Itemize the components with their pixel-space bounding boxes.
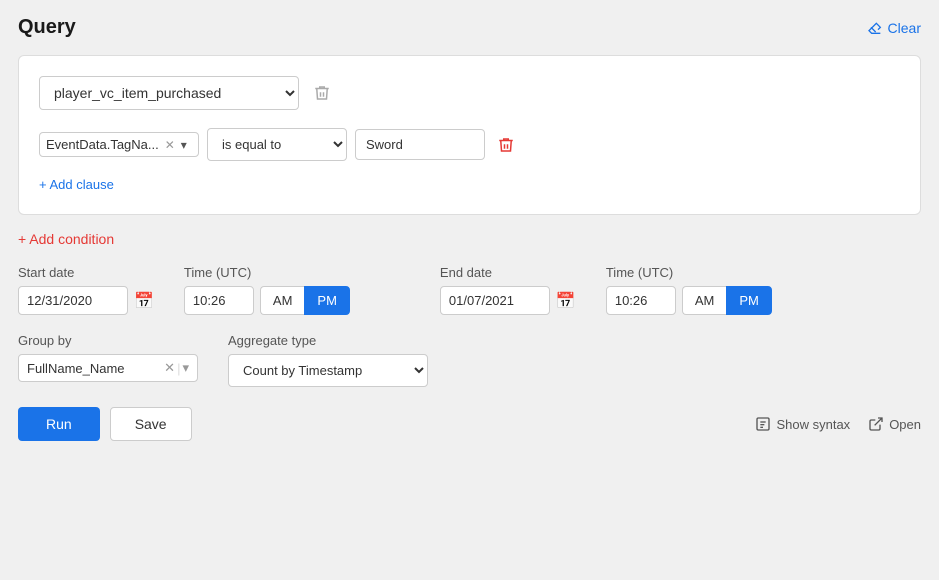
trash-icon-red <box>497 136 515 154</box>
end-time-group: Time (UTC) AM PM <box>606 265 772 315</box>
start-calendar-icon[interactable]: 📅 <box>134 291 154 311</box>
group-by-label: Group by <box>18 333 198 348</box>
end-date-group: End date 📅 <box>440 265 576 315</box>
clause-row: EventData.TagNa... ✕ ▾ is equal to is no… <box>39 128 900 161</box>
start-ampm-group: AM PM <box>260 286 350 315</box>
group-by-section: Group by FullName_Name ✕ | ▾ <box>18 333 198 382</box>
tag-dropdown-icon[interactable]: ▾ <box>181 138 187 152</box>
clear-label: Clear <box>888 20 921 36</box>
start-time-input[interactable] <box>184 286 254 315</box>
end-am-button[interactable]: AM <box>682 286 727 315</box>
add-clause-button[interactable]: + Add clause <box>39 175 114 194</box>
show-syntax-label: Show syntax <box>776 417 850 432</box>
date-section: Start date 📅 Time (UTC) AM PM End date <box>18 265 921 315</box>
end-ampm-group: AM PM <box>682 286 772 315</box>
aggregate-section: Aggregate type Count by Timestamp Count … <box>228 333 428 387</box>
eraser-icon <box>867 20 883 36</box>
start-pm-button[interactable]: PM <box>304 286 350 315</box>
start-time-group: Time (UTC) AM PM <box>184 265 350 315</box>
start-date-input-row: 📅 <box>18 286 154 315</box>
group-by-value: FullName_Name <box>27 361 158 376</box>
open-label: Open <box>889 417 921 432</box>
page-title: Query <box>18 16 76 39</box>
start-time-input-row: AM PM <box>184 286 350 315</box>
aggregate-select[interactable]: Count by Timestamp Count by User Sum Ave… <box>228 354 428 387</box>
trash-icon <box>313 84 331 102</box>
event-select[interactable]: player_vc_item_purchased <box>39 76 299 110</box>
end-date-input-row: 📅 <box>440 286 576 315</box>
start-am-button[interactable]: AM <box>260 286 305 315</box>
bottom-section: Group by FullName_Name ✕ | ▾ Aggregate t… <box>18 333 921 387</box>
group-by-field[interactable]: FullName_Name ✕ | ▾ <box>18 354 198 382</box>
delete-clause-button[interactable] <box>493 132 519 158</box>
save-button[interactable]: Save <box>110 407 192 441</box>
show-syntax-button[interactable]: Show syntax <box>755 416 850 432</box>
open-button[interactable]: Open <box>868 416 921 432</box>
divider: | <box>177 361 180 376</box>
footer-right: Show syntax Open <box>755 416 921 432</box>
end-time-input-row: AM PM <box>606 286 772 315</box>
tag-close-icon[interactable]: ✕ <box>165 138 175 152</box>
end-pm-button[interactable]: PM <box>726 286 772 315</box>
footer-row: Run Save Show syntax Open <box>18 407 921 441</box>
end-time-label: Time (UTC) <box>606 265 772 280</box>
group-by-controls: ✕ | ▾ <box>164 360 189 376</box>
end-date-label: End date <box>440 265 576 280</box>
group-by-close-icon[interactable]: ✕ <box>164 360 175 376</box>
condition-select[interactable]: is equal to is not equal to contains doe… <box>207 128 347 161</box>
end-calendar-icon[interactable]: 📅 <box>556 291 576 311</box>
syntax-icon <box>755 416 771 432</box>
tag-field[interactable]: EventData.TagNa... ✕ ▾ <box>39 132 199 157</box>
add-condition-button[interactable]: + Add condition <box>18 231 921 247</box>
open-icon <box>868 416 884 432</box>
query-card: player_vc_item_purchased EventData.TagNa… <box>18 55 921 215</box>
event-row: player_vc_item_purchased <box>39 76 900 110</box>
run-button[interactable]: Run <box>18 407 100 441</box>
start-date-input[interactable] <box>18 286 128 315</box>
add-condition-label: + Add condition <box>18 231 114 247</box>
start-date-group: Start date 📅 <box>18 265 154 315</box>
delete-event-button[interactable] <box>309 80 335 106</box>
footer-left: Run Save <box>18 407 192 441</box>
clear-button[interactable]: Clear <box>867 20 921 36</box>
start-date-label: Start date <box>18 265 154 280</box>
group-by-dropdown-icon[interactable]: ▾ <box>182 360 189 376</box>
clause-value-input[interactable] <box>355 129 485 160</box>
tag-text: EventData.TagNa... <box>46 137 159 152</box>
end-time-input[interactable] <box>606 286 676 315</box>
aggregate-label: Aggregate type <box>228 333 428 348</box>
end-date-input[interactable] <box>440 286 550 315</box>
start-time-label: Time (UTC) <box>184 265 350 280</box>
add-clause-label: + Add clause <box>39 177 114 192</box>
